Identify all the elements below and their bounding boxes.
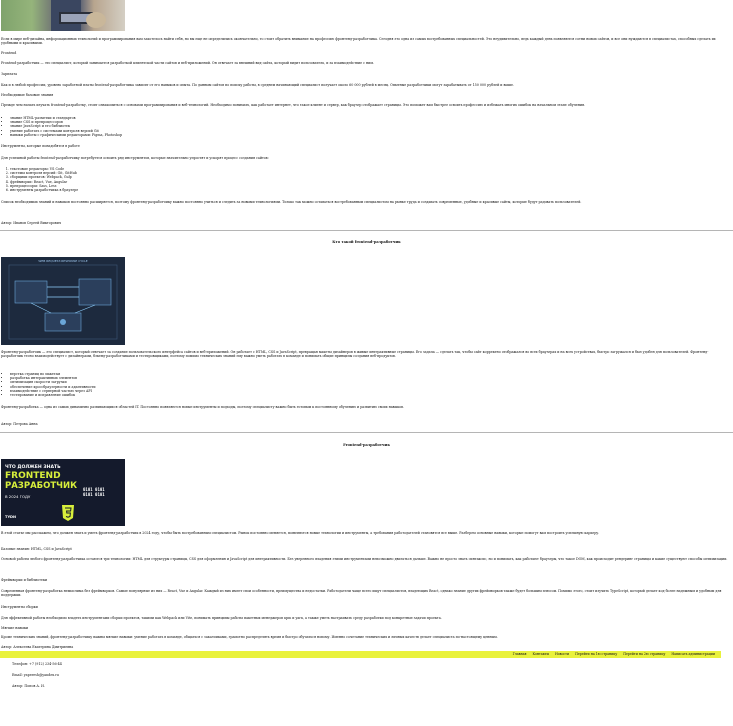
article3-p2: Основой работы любого фронтенд-разработч… <box>1 557 728 561</box>
list-item: тестирование и исправление ошибок <box>10 393 410 397</box>
article1-salary: Как и в любой профессии, уровень заработ… <box>1 83 514 87</box>
article2-p2: Фронтенд-разработка — одна из самых дина… <box>1 405 404 409</box>
article1-tools-list: текстовые редакторы: VS Code системы кон… <box>1 167 410 192</box>
list-item: навыки работы с графическими редакторами… <box>10 133 410 137</box>
article3-p1: В этой статье мы расскажем, что должен з… <box>1 531 600 535</box>
nav-home-link[interactable]: Главная <box>513 652 527 657</box>
article1-outro: Список необходимых знаний и навыков пост… <box>1 200 582 204</box>
diagram-caption: WEB REQUEST-RESPONSE CYCLE <box>38 259 88 263</box>
banner-logo: TYDN <box>5 515 17 519</box>
article3-title: Frontend-разработчик <box>343 443 390 447</box>
article1-skills-list: знание HTML-разметки и стандартов знание… <box>1 116 410 137</box>
divider <box>0 230 733 231</box>
footer-email: Email: yaperesh@yandex.ru <box>12 673 59 677</box>
article1-what: Frontend-разработчик — это специалист, к… <box>1 61 374 65</box>
nav-page2-link[interactable]: Перейти на 2ю страницу <box>623 652 665 657</box>
html5-shield-icon <box>62 505 74 521</box>
article1-heading-tools: Инструменты, которые понадобятся в работ… <box>1 144 80 148</box>
banner-code: 0101 0101 0101 0101 <box>83 487 105 497</box>
article3-h2: Фреймворки и библиотеки <box>1 578 48 582</box>
article3-p4: Для эффективной работы необходимо владет… <box>1 616 442 620</box>
article1-heading-skills: Необходимые базовые знания <box>1 93 54 97</box>
article1-tools-text: Для успешной работы frontend-разработчик… <box>1 156 269 160</box>
nav-write-admin-link[interactable]: Написать администрации <box>671 652 715 657</box>
banner-image: ЧТО ДОЛЖЕН ЗНАТЬ FRONTEND РАЗРАБОТЧИК В … <box>1 459 125 526</box>
article1-intro: Если в мире веб-дизайна, информационных … <box>1 37 716 46</box>
page: Если в мире веб-дизайна, информационных … <box>0 0 733 726</box>
article1-heading-salary: Зарплата <box>1 72 18 76</box>
article2-title: Кто такой frontend-разработчик <box>332 240 401 244</box>
nav-page1-link[interactable]: Перейти на 1ю страницу <box>575 652 617 657</box>
navigation-bar: Главная Контакты Новости Перейти на 1ю с… <box>0 651 721 658</box>
article1-author: Автор: Иванов Сергей Викторович <box>1 221 61 225</box>
article2-duties-list: верстка страниц по макетам разработка ин… <box>1 372 410 397</box>
article3-h4: Мягкие навыки <box>1 626 29 630</box>
nav-contacts-link[interactable]: Контакты <box>533 652 549 657</box>
article3-author: Автор: Алексеева Екатерина Дмитриевна <box>1 645 74 649</box>
divider <box>0 432 733 433</box>
article3-h1: Базовые знания: HTML, CSS и JavaScript <box>1 547 72 551</box>
diagram-image: WEB REQUEST-RESPONSE CYCLE <box>1 257 125 345</box>
banner-title-2: РАЗРАБОТЧИК <box>5 481 78 491</box>
footer-author: Автор: Попов А. И. <box>12 684 45 688</box>
nav-news-link[interactable]: Новости <box>555 652 569 657</box>
list-item: инструменты разработчика в браузере <box>10 188 410 192</box>
article2-author: Автор: Петрова Анна <box>1 422 38 426</box>
hero-photo <box>1 0 125 31</box>
banner-top-text: ЧТО ДОЛЖЕН ЗНАТЬ <box>5 465 61 470</box>
footer-phone: Телефон: +7 (912) 234-56-44 <box>12 662 62 666</box>
banner-title-1: FRONTEND <box>5 471 61 481</box>
article3-p3: Современная фронтенд-разработка немыслим… <box>1 589 722 598</box>
article1-heading-frontend: Frontend <box>1 51 17 55</box>
article2-p1: Фронтенд-разработчик — это специалист, к… <box>1 350 709 359</box>
nav-menu: Главная Контакты Новости Перейти на 1ю с… <box>513 652 715 657</box>
article3-p5: Кроме технических знаний, фронтенд-разра… <box>1 635 498 639</box>
banner-year: В 2024 ГОДУ <box>5 494 31 499</box>
article3-h3: Инструменты сборки <box>1 605 38 609</box>
article1-skills-text: Прежде чем начать изучать frontend-разра… <box>1 103 586 107</box>
